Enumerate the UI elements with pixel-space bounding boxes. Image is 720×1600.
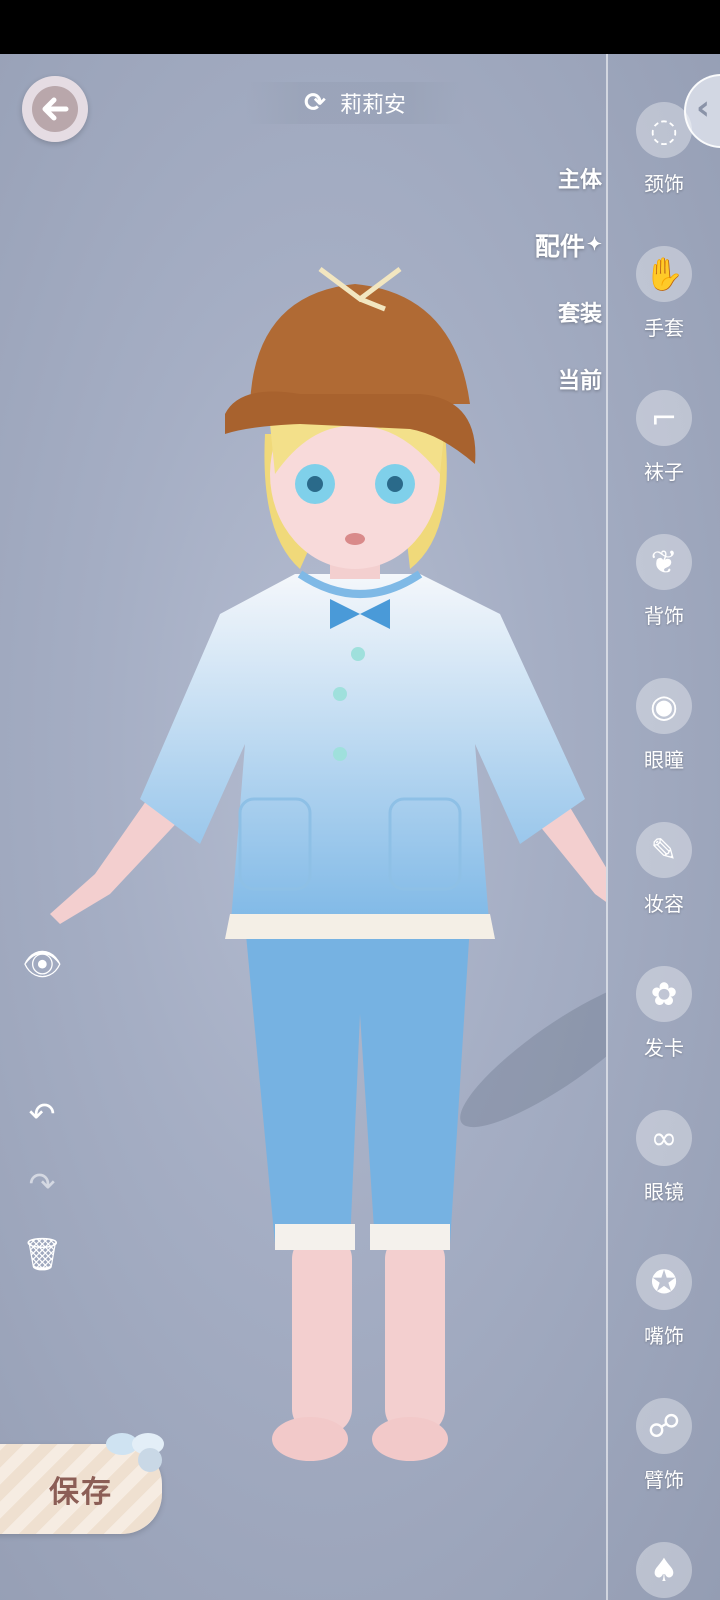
sidebar-item-necklace[interactable]: ◌ 颈饰 bbox=[608, 94, 720, 238]
pacifier-icon: ✪ bbox=[636, 1254, 692, 1310]
hairpin-icon: ✿ bbox=[636, 966, 692, 1022]
character-name-bar[interactable]: ⟳ 莉莉安 bbox=[245, 82, 465, 124]
glove-icon: ✋ bbox=[636, 246, 692, 302]
eye-icon: ◉ bbox=[636, 678, 692, 734]
redo-icon: ↷ bbox=[28, 1165, 56, 1203]
dress-up-stage: ⟳ 莉莉安 主体 配件 ✦ 套装 当前 ‹ ◌ 颈饰 ✋ 手套 ⌐ 袜子 ❦ 背饰… bbox=[0, 54, 720, 1600]
necklace-icon: ◌ bbox=[636, 102, 692, 158]
back-button[interactable] bbox=[22, 76, 88, 142]
character-name: 莉莉安 bbox=[339, 93, 406, 118]
wing-icon: ❦ bbox=[636, 534, 692, 590]
sidebar-item-back-accessory[interactable]: ❦ 背饰 bbox=[608, 526, 720, 670]
sock-icon: ⌐ bbox=[636, 390, 692, 446]
sidebar-item-mouth-accessory[interactable]: ✪ 嘴饰 bbox=[608, 1246, 720, 1390]
tab-current[interactable]: 当前 bbox=[522, 345, 602, 412]
redo-button[interactable]: ↷ bbox=[22, 1164, 62, 1204]
tab-accessories[interactable]: 配件 ✦ bbox=[522, 211, 602, 278]
tab-outfit-set[interactable]: 套装 bbox=[522, 278, 602, 345]
sidebar-item-socks[interactable]: ⌐ 袜子 bbox=[608, 382, 720, 526]
makeup-brush-icon: ✎ bbox=[636, 822, 692, 878]
hat-icon: ♠ bbox=[636, 1542, 692, 1598]
sidebar-item-pupils[interactable]: ◉ 眼瞳 bbox=[608, 670, 720, 814]
toggle-visibility-button[interactable]: 👁 bbox=[22, 944, 63, 984]
sidebar-item-makeup[interactable]: ✎ 妆容 bbox=[608, 814, 720, 958]
bow-decoration-icon bbox=[106, 1433, 164, 1472]
sidebar-item-arm-accessory[interactable]: ☍ 臂饰 bbox=[608, 1390, 720, 1534]
delete-button[interactable]: 🗑 bbox=[22, 1234, 63, 1274]
eye-sparkle-icon: 👁 bbox=[22, 945, 63, 983]
sidebar-item-gloves[interactable]: ✋ 手套 bbox=[608, 238, 720, 382]
sparkle-icon: ✦ bbox=[586, 234, 602, 255]
character-model[interactable] bbox=[0, 54, 606, 1600]
arm-accessory-icon: ☍ bbox=[636, 1398, 692, 1454]
sidebar-item-hat[interactable]: ♠ bbox=[608, 1534, 720, 1600]
sidebar-item-hairpin[interactable]: ✿ 发卡 bbox=[608, 958, 720, 1102]
trash-icon: 🗑 bbox=[22, 1235, 63, 1273]
back-arrow-icon bbox=[32, 86, 78, 132]
sidebar-item-glasses[interactable]: ∞ 眼镜 bbox=[608, 1102, 720, 1246]
undo-button[interactable]: ↶ bbox=[22, 1094, 62, 1134]
undo-icon: ↶ bbox=[28, 1095, 56, 1133]
status-bar bbox=[0, 0, 720, 54]
accessory-sidebar: ◌ 颈饰 ✋ 手套 ⌐ 袜子 ❦ 背饰 ◉ 眼瞳 ✎ 妆容 ✿ 发卡 ∞ 眼镜 bbox=[608, 94, 720, 1600]
tab-main-body[interactable]: 主体 bbox=[522, 144, 602, 211]
category-tabs: 主体 配件 ✦ 套装 当前 bbox=[522, 144, 602, 412]
glasses-icon: ∞ bbox=[636, 1110, 692, 1166]
swap-character-icon[interactable]: ⟳ bbox=[304, 88, 326, 118]
